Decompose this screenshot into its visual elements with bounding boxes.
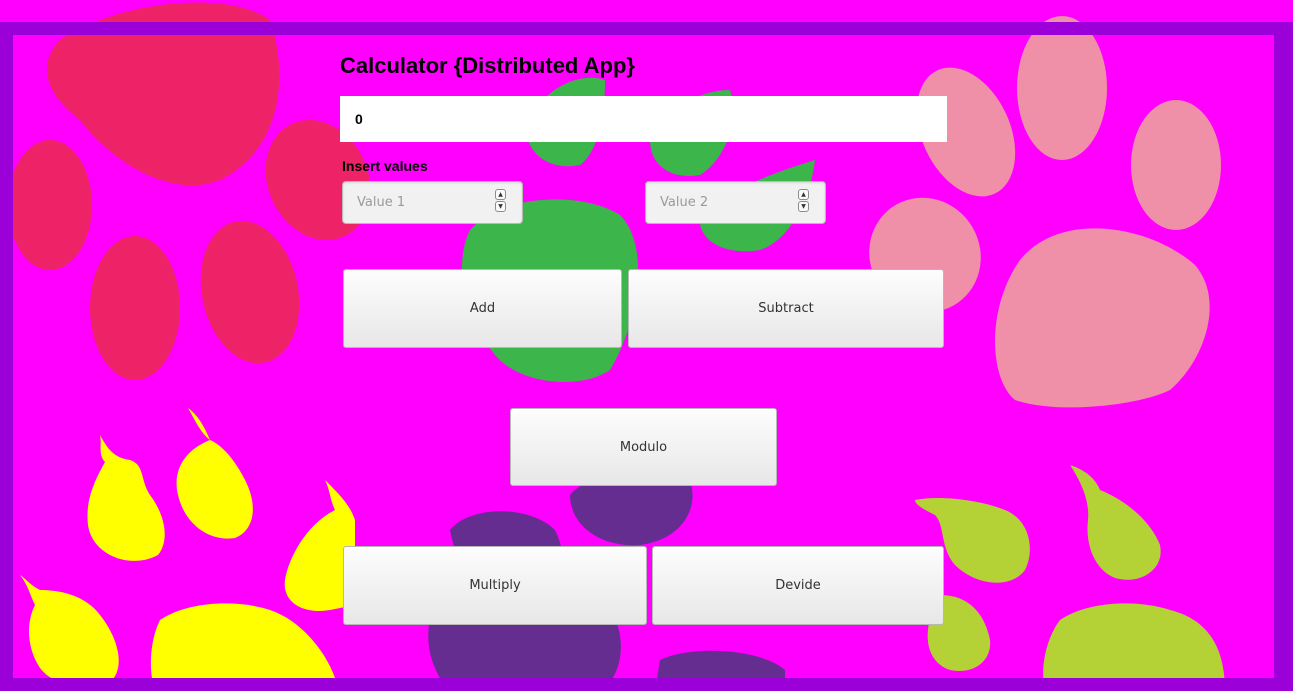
insert-values-label: Insert values (342, 158, 428, 174)
value2-spin-buttons: ▲ ▼ (798, 189, 811, 216)
value1-decrement-icon[interactable]: ▼ (495, 201, 506, 212)
modulo-button[interactable]: Modulo (510, 408, 777, 486)
value1-spin-buttons: ▲ ▼ (495, 189, 508, 216)
divide-button[interactable]: Devide (652, 546, 944, 625)
value2-increment-icon[interactable]: ▲ (798, 189, 809, 200)
add-button[interactable]: Add (343, 269, 622, 348)
result-display: 0 (340, 96, 947, 142)
value2-decrement-icon[interactable]: ▼ (798, 201, 809, 212)
value1-spinbox[interactable]: ▲ ▼ (342, 181, 523, 224)
value2-input[interactable] (646, 182, 786, 223)
value2-spinbox[interactable]: ▲ ▼ (645, 181, 826, 224)
page-title: Calculator {Distributed App} (340, 53, 635, 78)
subtract-button[interactable]: Subtract (628, 269, 944, 348)
multiply-button[interactable]: Multiply (343, 546, 647, 625)
value1-input[interactable] (343, 182, 483, 223)
value1-increment-icon[interactable]: ▲ (495, 189, 506, 200)
